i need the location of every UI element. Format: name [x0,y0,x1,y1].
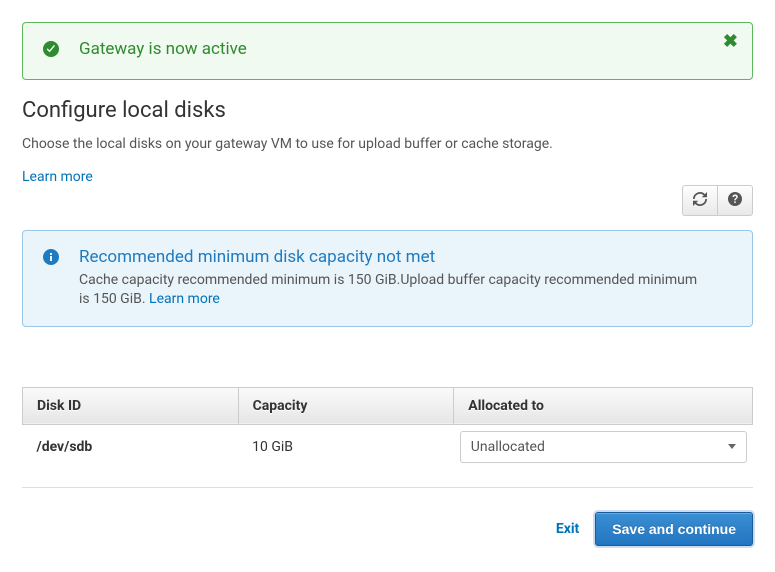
alert-success-title: Gateway is now active [79,39,708,59]
table-row: /dev/sdb 10 GiB Unallocated [23,424,753,469]
footer-actions: Exit Save and continue [22,512,753,546]
caret-down-icon [728,444,736,449]
col-allocated-to: Allocated to [454,387,753,424]
close-icon[interactable]: ✖ [723,33,738,51]
learn-more-link[interactable]: Learn more [22,169,93,185]
alert-info: Recommended minimum disk capacity not me… [22,230,753,327]
save-and-continue-button[interactable]: Save and continue [595,512,753,546]
refresh-button[interactable] [682,185,717,216]
alert-info-body: Recommended minimum disk capacity not me… [79,247,708,310]
check-circle-icon [43,41,59,61]
help-button[interactable] [717,185,753,216]
divider [22,487,753,488]
alert-success-body: Gateway is now active [79,39,708,63]
allocated-to-dropdown[interactable]: Unallocated [460,431,747,463]
toolbar-buttons [682,185,753,216]
alert-info-title: Recommended minimum disk capacity not me… [79,247,708,267]
refresh-icon [693,192,707,209]
alert-success: Gateway is now active ✖ [22,22,753,80]
help-icon [728,192,742,209]
page-title: Configure local disks [22,98,753,123]
col-disk-id: Disk ID [23,387,239,424]
disks-table: Disk ID Capacity Allocated to /dev/sdb 1… [22,387,753,469]
alert-learn-more-link[interactable]: Learn more [149,291,220,307]
cell-capacity: 10 GiB [238,424,454,469]
exit-button[interactable]: Exit [556,521,579,537]
col-capacity: Capacity [238,387,454,424]
toolbar [22,185,753,216]
info-circle-icon [43,249,59,269]
dropdown-value: Unallocated [471,439,545,455]
cell-disk-id: /dev/sdb [23,424,239,469]
page-description: Choose the local disks on your gateway V… [22,135,753,155]
alert-info-text: Cache capacity recommended minimum is 15… [79,271,708,310]
